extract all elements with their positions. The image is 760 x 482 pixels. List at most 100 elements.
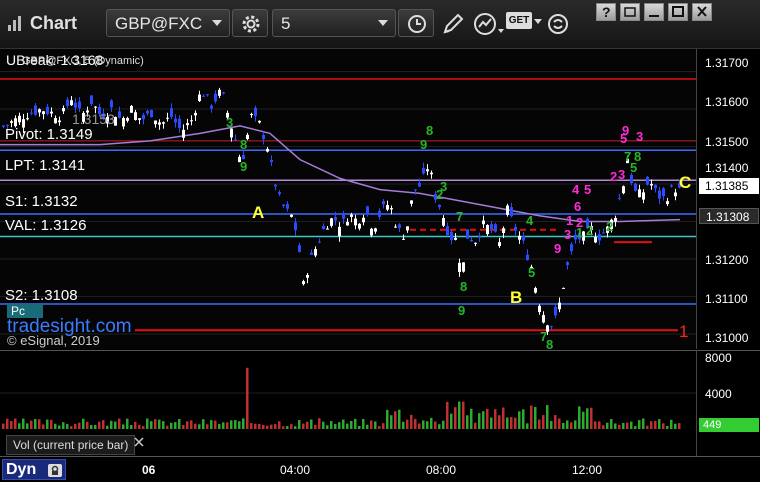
volume-bar: [622, 422, 625, 429]
candle-body: [334, 217, 337, 221]
volume-bar: [70, 426, 73, 429]
sequential-count-label: 8: [426, 123, 433, 138]
time-tick: 04:00: [280, 463, 311, 477]
volume-bar: [226, 422, 229, 429]
volume-bar: [298, 420, 301, 429]
candle-body: [418, 182, 421, 187]
candle-body: [490, 224, 493, 229]
volume-bar: [650, 421, 653, 429]
volume-axis[interactable]: 8000 4000 449: [696, 350, 760, 457]
time-template-button[interactable]: [398, 9, 434, 37]
candle-body: [358, 223, 361, 229]
gear-icon: [242, 15, 260, 33]
sequential-count-label: 9: [458, 303, 465, 318]
volume-bar: [542, 415, 545, 429]
candle-body: [378, 210, 381, 217]
interval-dropdown[interactable]: 5: [272, 9, 396, 37]
price-axis[interactable]: 1.31700 1.31600 1.31500 1.31400 1.31200 …: [696, 49, 760, 349]
volume-bar: [362, 418, 365, 429]
volume-bar: [174, 422, 177, 429]
candle-body: [170, 108, 173, 117]
link-icon[interactable]: [546, 12, 570, 36]
volume-bar: [546, 405, 549, 429]
volume-bar: [574, 420, 577, 429]
sequential-count-label: 3: [618, 167, 625, 182]
candle-body: [322, 226, 325, 230]
candle-body: [134, 112, 137, 120]
candle-body: [394, 226, 397, 228]
volume-bar: [662, 423, 665, 429]
candle-body: [618, 198, 621, 200]
candle-body: [30, 112, 33, 114]
link-window-button[interactable]: [620, 3, 640, 21]
volume-bar: [282, 426, 285, 429]
volume-bar: [142, 426, 145, 429]
volume-bar: [558, 418, 561, 429]
volume-bar: [274, 424, 277, 429]
dynamic-mode-box[interactable]: Dyn: [2, 459, 66, 480]
symbol-dropdown[interactable]: GBP@FXC: [106, 9, 230, 37]
volume-bar: [486, 408, 489, 429]
volume-bar: [674, 423, 677, 429]
candle-body: [258, 120, 261, 123]
candle-body: [234, 139, 237, 141]
candle-body: [282, 204, 285, 206]
candle-body: [366, 206, 369, 215]
volume-bar: [446, 401, 449, 429]
candle-body: [150, 110, 153, 118]
candle-body: [438, 204, 441, 208]
candle-body: [482, 220, 485, 225]
chevron-down-icon[interactable]: [534, 19, 542, 25]
draw-pencil-icon[interactable]: [440, 12, 466, 36]
volume-bar: [194, 423, 197, 429]
maximize-button[interactable]: [668, 3, 688, 21]
close-button[interactable]: [692, 3, 712, 21]
chevron-down-icon: [378, 20, 388, 26]
get-data-button[interactable]: GET: [506, 12, 532, 29]
help-icon: ?: [602, 4, 611, 20]
symbol-settings-button[interactable]: [232, 9, 268, 37]
candle-body: [598, 234, 601, 241]
sequential-count-label: 6: [574, 199, 581, 214]
volume-bar: [474, 422, 477, 429]
candle-body: [446, 226, 449, 236]
candle-body: [474, 242, 477, 244]
help-button[interactable]: ?: [596, 3, 616, 21]
candle-body: [294, 222, 297, 231]
volume-label-box: Vol (current price bar): [6, 435, 136, 455]
volume-bar: [534, 407, 537, 429]
volume-bar: [618, 424, 621, 429]
volume-bar: [406, 419, 409, 429]
candle-body: [506, 205, 509, 215]
price-pane[interactable]: 39898237894578953234562139785212 UBreak:…: [0, 49, 696, 349]
candle-body: [38, 109, 41, 113]
candle-body: [502, 228, 505, 233]
candle-body: [522, 235, 525, 241]
candle-body: [306, 274, 309, 278]
sequential-count-label: 5: [620, 131, 627, 146]
volume-bar: [454, 407, 457, 429]
candle-body: [374, 228, 377, 232]
minimize-button[interactable]: [644, 3, 664, 21]
candle-body: [338, 226, 341, 237]
candle-body: [158, 122, 161, 125]
candle-body: [430, 172, 433, 175]
volume-bar: [186, 421, 189, 429]
candle-body: [658, 190, 661, 199]
volume-bar: [366, 424, 369, 429]
volume-bar: [198, 424, 201, 429]
volume-pane[interactable]: Vol (current price bar): [0, 350, 696, 457]
sequential-count-label: 3: [564, 227, 571, 242]
candle-body: [54, 118, 57, 124]
studies-icon[interactable]: [472, 11, 504, 37]
volume-bar: [14, 418, 17, 429]
volume-bar: [330, 421, 333, 429]
volume-bar: [606, 422, 609, 429]
candle-body: [42, 111, 45, 115]
close-icon[interactable]: [134, 437, 144, 447]
volume-bar: [166, 425, 169, 429]
volume-bar: [278, 421, 281, 429]
volume-bar: [150, 421, 153, 429]
candle-body: [210, 105, 213, 109]
candle-body: [670, 185, 673, 187]
